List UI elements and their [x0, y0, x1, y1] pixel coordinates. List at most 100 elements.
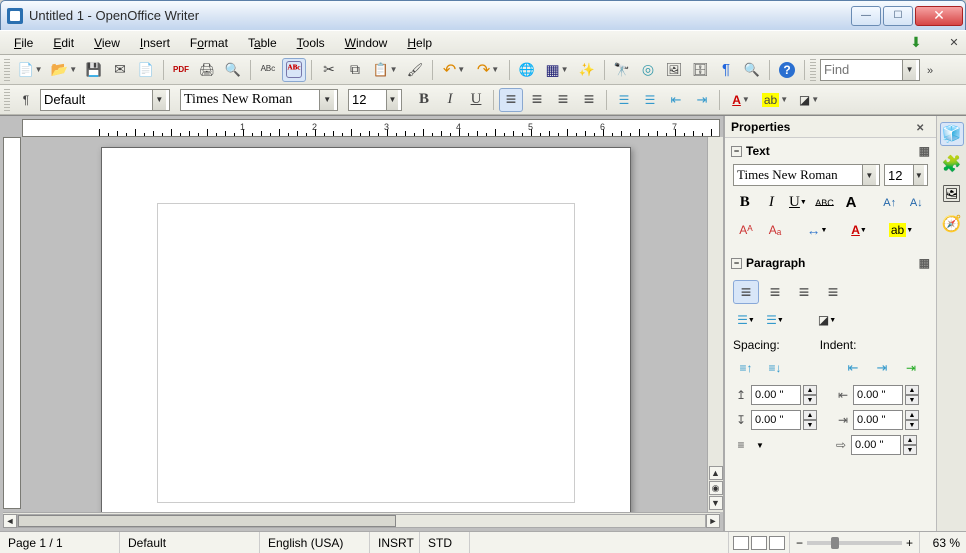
next-page-button[interactable]: ▼: [709, 496, 723, 510]
step-down[interactable]: ▼: [905, 395, 919, 405]
zoom-slider[interactable]: − +: [790, 532, 920, 553]
horizontal-ruler[interactable]: ∟: [22, 119, 720, 137]
close-button[interactable]: [915, 6, 963, 26]
gallery-button[interactable]: [662, 58, 686, 82]
line-spacing-field[interactable]: ≡▼: [733, 435, 769, 455]
find-dropdown-button[interactable]: ▼: [902, 60, 916, 80]
export-pdf-button[interactable]: [169, 58, 193, 82]
vertical-ruler[interactable]: [3, 137, 21, 509]
sidebar-close-button[interactable]: [916, 120, 930, 134]
align-justify-button[interactable]: [820, 280, 846, 304]
status-insert-mode[interactable]: INSRT: [370, 532, 420, 553]
step-up[interactable]: ▲: [905, 385, 919, 395]
new-button[interactable]: ▼: [14, 58, 46, 82]
superscript-button[interactable]: [733, 218, 759, 242]
font-color-button[interactable]: ▼: [846, 218, 872, 242]
hanging-indent-button[interactable]: ⇥: [898, 356, 924, 380]
underline-button[interactable]: [464, 88, 488, 112]
spacing-above-field[interactable]: ↥▲▼: [733, 385, 817, 405]
paragraph-style-input[interactable]: [44, 92, 152, 107]
menu-edit[interactable]: Edit: [45, 33, 82, 53]
menu-insert[interactable]: Insert: [132, 33, 178, 53]
spacing-below-input[interactable]: [751, 410, 801, 430]
step-down[interactable]: ▼: [905, 420, 919, 430]
shadow-button[interactable]: [839, 190, 863, 214]
open-button[interactable]: ▼: [48, 58, 80, 82]
cut-button[interactable]: [317, 58, 341, 82]
font-size-select[interactable]: ▼: [348, 89, 402, 111]
decrease-indent-button[interactable]: [664, 88, 688, 112]
show-draw-button[interactable]: [575, 58, 599, 82]
maximize-button[interactable]: [883, 6, 913, 26]
tab-styles[interactable]: [940, 152, 964, 176]
text-section-header[interactable]: Text ▦: [731, 142, 930, 160]
document-close-icon[interactable]: [948, 37, 960, 49]
minimize-button[interactable]: [851, 6, 881, 26]
menu-help[interactable]: Help: [399, 33, 440, 53]
increase-spacing-button[interactable]: ≡↑: [733, 356, 759, 380]
highlight-button[interactable]: ▼: [888, 218, 914, 242]
align-center-button[interactable]: [525, 88, 549, 112]
email-button[interactable]: [108, 58, 132, 82]
styles-button[interactable]: ¶: [14, 88, 38, 112]
dropdown-button[interactable]: ▼: [386, 90, 398, 110]
step-up[interactable]: ▲: [803, 385, 817, 395]
align-center-button[interactable]: [762, 280, 788, 304]
collapse-toggle[interactable]: [731, 258, 742, 269]
spacing-above-input[interactable]: [751, 385, 801, 405]
status-language[interactable]: English (USA): [260, 532, 370, 553]
print-button[interactable]: [195, 58, 219, 82]
status-zoom[interactable]: 63 %: [920, 532, 966, 553]
book-view-button[interactable]: [769, 536, 785, 550]
undo-button[interactable]: ▼: [438, 58, 470, 82]
copy-button[interactable]: [343, 58, 367, 82]
spacing-below-field[interactable]: ↧▲▼: [733, 410, 817, 430]
help-button[interactable]: [775, 58, 799, 82]
zoom-in-icon[interactable]: +: [906, 536, 913, 550]
step-up[interactable]: ▲: [903, 435, 917, 445]
prev-page-button[interactable]: ▲: [709, 466, 723, 480]
align-left-button[interactable]: [499, 88, 523, 112]
spellcheck-button[interactable]: [256, 58, 280, 82]
dropdown-button[interactable]: ▼: [913, 165, 924, 185]
status-style[interactable]: Default: [120, 532, 260, 553]
step-down[interactable]: ▼: [903, 445, 917, 455]
autospell-button[interactable]: [282, 58, 306, 82]
preview-button[interactable]: [221, 58, 245, 82]
download-icon[interactable]: [908, 35, 924, 51]
zoom-track[interactable]: [807, 541, 902, 545]
sidebar-font-size-select[interactable]: ▼: [884, 164, 928, 186]
hyperlink-button[interactable]: [515, 58, 539, 82]
navigator-button[interactable]: [636, 58, 660, 82]
tab-navigator[interactable]: [940, 212, 964, 236]
indent-first-field[interactable]: ⇨▲▼: [833, 435, 917, 455]
save-button[interactable]: [82, 58, 106, 82]
dropdown-button[interactable]: ▼: [152, 90, 166, 110]
menu-file[interactable]: File: [6, 33, 41, 53]
font-size-input[interactable]: [352, 92, 386, 107]
tab-properties[interactable]: [940, 122, 964, 146]
bg-color-button[interactable]: ▼: [814, 308, 840, 332]
sidebar-font-name-select[interactable]: ▼: [733, 164, 880, 186]
decrease-font-button[interactable]: [904, 190, 928, 214]
step-up[interactable]: ▲: [803, 410, 817, 420]
clone-formatting-button[interactable]: [403, 58, 427, 82]
bold-button[interactable]: [733, 190, 757, 214]
table-button[interactable]: ▼: [541, 58, 573, 82]
menu-tools[interactable]: Tools: [289, 33, 333, 53]
bold-button[interactable]: [412, 88, 436, 112]
bg-color-button[interactable]: ▼: [793, 88, 825, 112]
dropdown-button[interactable]: ▼: [862, 165, 876, 185]
multi-page-view-button[interactable]: [751, 536, 767, 550]
underline-button[interactable]: ▼: [786, 190, 810, 214]
align-justify-button[interactable]: [577, 88, 601, 112]
bullet-list-button[interactable]: [638, 88, 662, 112]
step-up[interactable]: ▲: [905, 410, 919, 420]
nonprinting-button[interactable]: [714, 58, 738, 82]
font-name-input[interactable]: [184, 92, 319, 108]
section-more-icon[interactable]: ▦: [919, 256, 930, 270]
increase-indent-button[interactable]: [690, 88, 714, 112]
toolbar-grip[interactable]: [4, 59, 10, 81]
zoom-button[interactable]: [740, 58, 764, 82]
step-down[interactable]: ▼: [803, 395, 817, 405]
